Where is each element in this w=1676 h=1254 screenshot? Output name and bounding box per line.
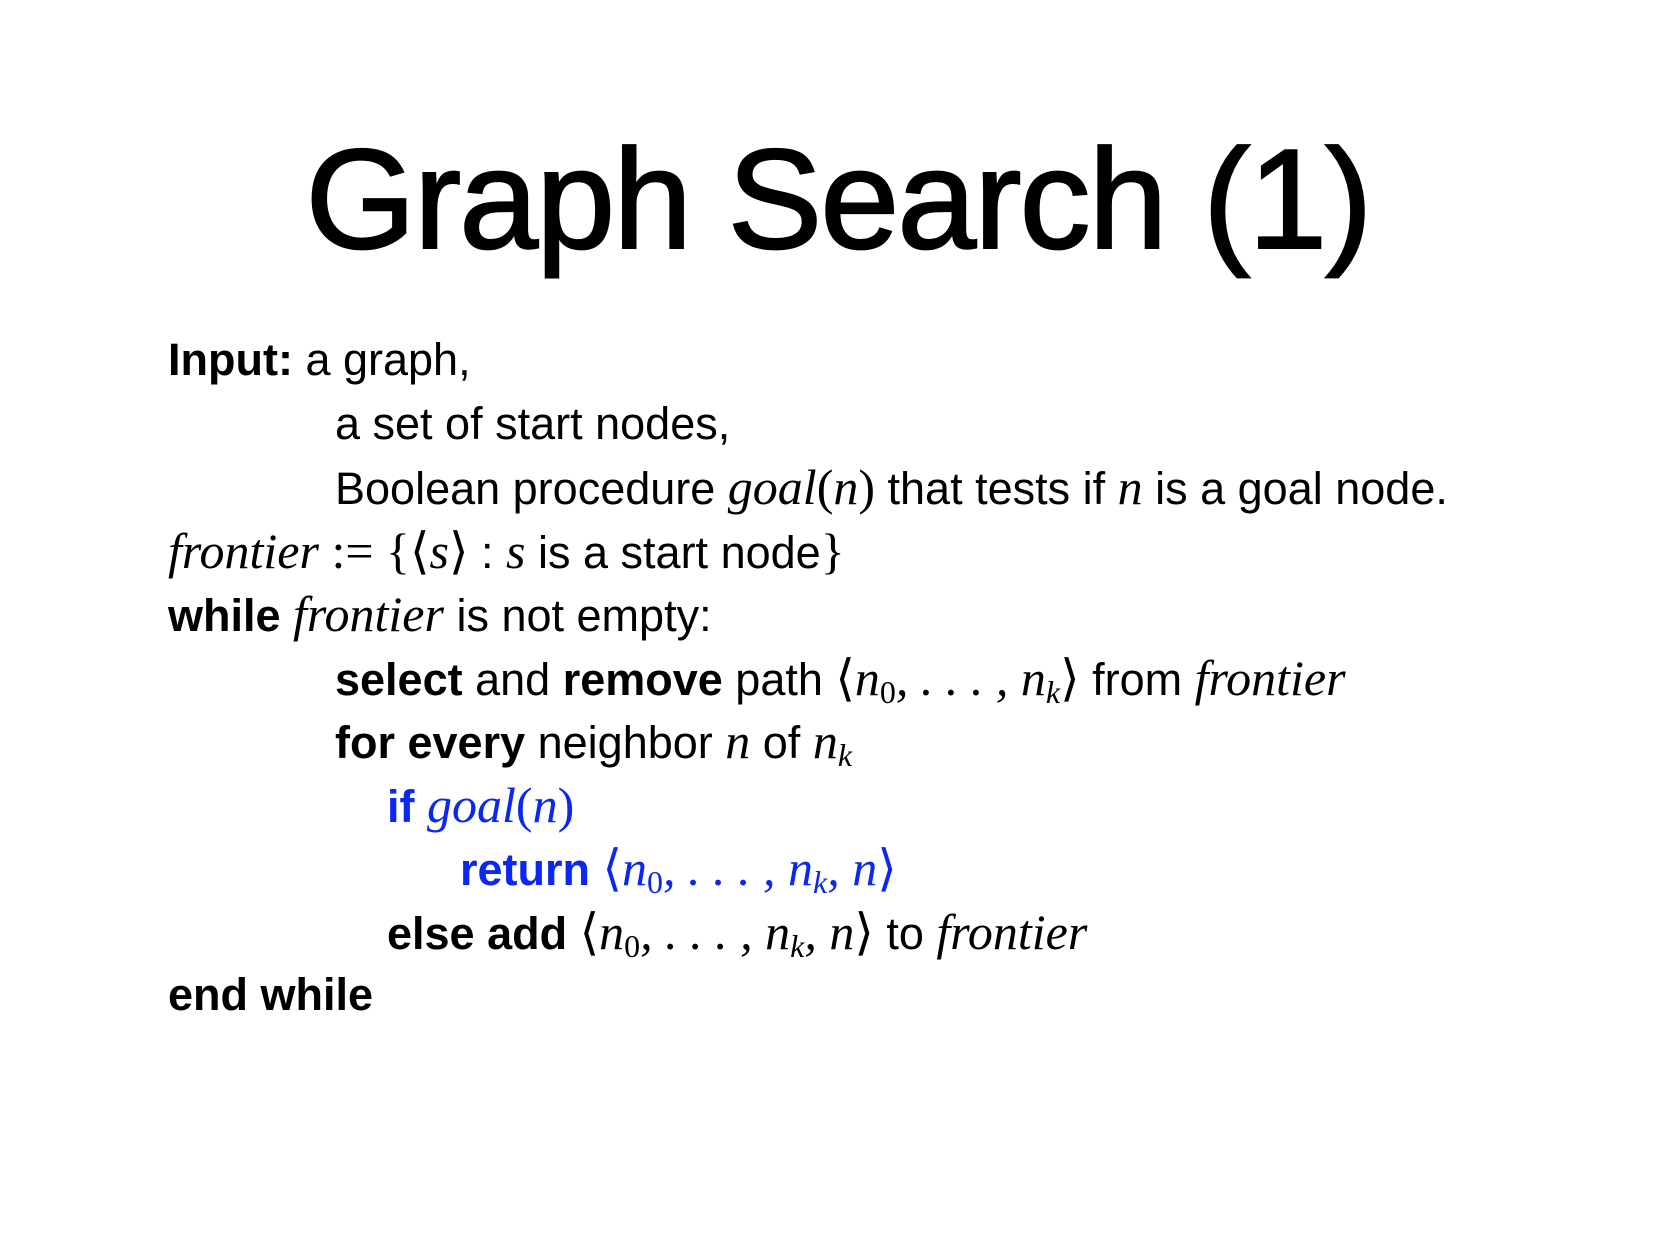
text-segment: n — [765, 903, 791, 960]
subscript-wrap: 0 — [880, 650, 896, 708]
text-segment: else add — [387, 907, 580, 959]
text-segment: s — [429, 522, 450, 579]
text-segment: frontier — [1194, 649, 1346, 706]
subscript-wrap: 0 — [647, 840, 663, 898]
subscript-wrap: 0 — [624, 904, 640, 962]
while-line: while frontier is not empty: — [168, 584, 712, 644]
text-segment: ⟨ — [602, 840, 623, 896]
subscript: k — [837, 737, 853, 773]
text-segment: ( — [816, 459, 834, 515]
text-segment: of — [750, 717, 813, 768]
text-segment: n — [812, 713, 838, 769]
subscript-wrap: k — [790, 904, 804, 962]
text-segment: , n — [827, 840, 878, 896]
text-segment: n — [788, 840, 814, 896]
text-segment: goal — [727, 459, 817, 515]
text-segment: frontier — [168, 522, 319, 579]
frontier-init-line: frontier := {⟨s⟩ : s is a start node} — [168, 521, 845, 581]
text-segment: , n — [804, 903, 855, 960]
text-segment: from — [1079, 653, 1195, 705]
text-segment: goal — [427, 776, 516, 833]
input-line-1: Input: a graph, — [168, 330, 471, 390]
return-line: return ⟨n0, . . . , nk, n⟩ — [460, 838, 897, 898]
text-segment: a graph, — [305, 334, 471, 385]
end-while-line: end while — [168, 965, 373, 1025]
subscript-wrap: k — [813, 840, 827, 898]
subscript: 0 — [647, 864, 664, 900]
text-segment: a set of start nodes, — [335, 397, 731, 449]
text-segment: select — [335, 653, 463, 705]
text-segment: n — [622, 840, 648, 896]
text-segment: s — [506, 522, 526, 579]
text-segment: } — [820, 522, 845, 579]
input-line-2: a set of start nodes, — [335, 394, 730, 454]
text-segment: ⟩ — [854, 903, 874, 960]
text-segment: Boolean procedure — [335, 463, 728, 514]
text-segment: ⟩ — [449, 522, 469, 579]
text-segment: , . . . , — [640, 903, 766, 960]
text-segment: ⟨ — [579, 903, 600, 960]
text-segment: return — [460, 844, 603, 895]
subscript-wrap: k — [1046, 650, 1060, 708]
text-segment: ) — [858, 459, 876, 515]
select-line: select and remove path ⟨n0, . . . , nk⟩ … — [335, 648, 1346, 708]
subscript: k — [790, 927, 805, 964]
text-segment: , . . . , — [663, 840, 789, 896]
text-segment: if — [387, 780, 427, 832]
text-segment: is a goal node. — [1142, 463, 1448, 514]
for-every-line: for every neighbor n of nk — [335, 711, 852, 771]
text-segment: is a start node — [525, 526, 821, 578]
text-segment: to — [873, 907, 937, 959]
text-segment: for every — [335, 717, 526, 768]
input-line-3: Boolean procedure goal(n) that tests if … — [335, 457, 1448, 517]
text-segment: , . . . , — [895, 649, 1021, 706]
text-segment: n — [1117, 459, 1143, 515]
text-segment: frontier — [293, 586, 444, 642]
text-segment: frontier — [936, 903, 1088, 960]
subscript: 0 — [624, 927, 641, 964]
slide-title: Graph Search (1) — [304, 119, 1373, 280]
text-segment: ⟩ — [877, 840, 897, 896]
text-segment: remove — [562, 653, 723, 705]
text-segment: ⟩ — [1060, 649, 1080, 706]
text-segment: n — [532, 776, 558, 833]
subscript: 0 — [879, 673, 896, 710]
subscript: k — [813, 864, 828, 900]
subscript: k — [1045, 673, 1061, 710]
text-segment: ) — [557, 776, 575, 833]
text-segment: n — [725, 713, 751, 769]
text-segment: ( — [515, 776, 533, 833]
else-add-line: else add ⟨n0, . . . , nk, n⟩ to frontier — [387, 902, 1087, 962]
text-segment: that tests if — [875, 463, 1118, 514]
text-segment: n — [833, 459, 859, 515]
text-segment: is not empty: — [443, 590, 712, 641]
text-segment: Input: — [168, 334, 306, 385]
text-segment: ⟨ — [835, 649, 855, 706]
text-segment: end while — [168, 969, 374, 1020]
text-segment: n — [1020, 649, 1046, 706]
text-segment: n — [854, 649, 880, 706]
text-segment: and — [462, 653, 563, 705]
text-segment: : — [468, 526, 507, 578]
text-segment: neighbor — [525, 717, 726, 768]
subscript-wrap: k — [838, 713, 852, 771]
text-segment: while — [168, 590, 294, 641]
text-segment: := {⟨ — [318, 522, 430, 579]
text-segment: n — [599, 903, 625, 960]
text-segment: path — [722, 653, 836, 705]
if-goal-line: if goal(n) — [387, 775, 574, 835]
